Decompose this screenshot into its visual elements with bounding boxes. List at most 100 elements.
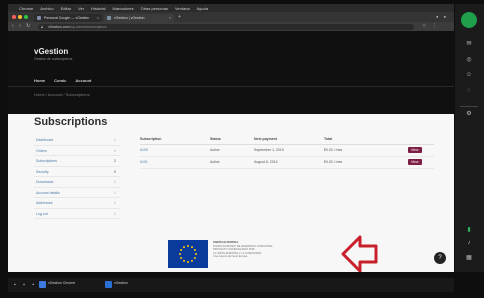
table-header-row: Subscription Status Next payment Total <box>140 135 434 145</box>
close-window-icon[interactable] <box>12 15 16 19</box>
eu-flag-logo <box>168 240 208 268</box>
eu-star <box>180 257 183 259</box>
sidebar-item-label: Log out <box>36 211 48 216</box>
site-title[interactable]: vGestion <box>34 47 68 56</box>
sidebar-item-addresses[interactable]: Addresses 0 <box>34 198 120 209</box>
os-menubar: Chrome Archivo Editar Ver Historial Marc… <box>8 4 454 12</box>
app-sidebar: ✉ ◎ ☺ ◌ ⚙ ▮ ♪ ▦ <box>455 4 484 272</box>
browser-window: Chrome Archivo Editar Ver Historial Marc… <box>8 4 454 272</box>
site-tagline: Gestion de subscriptions <box>34 57 73 61</box>
column-header: Subscription <box>140 135 210 145</box>
column-header: Total <box>324 135 408 145</box>
sidebar-item-subscriptions[interactable]: Subscriptions 2 <box>34 156 120 167</box>
eu-star <box>187 245 189 247</box>
tab-label: vGestion | vGestion <box>114 16 145 20</box>
signal-icon: ▮ <box>467 227 471 233</box>
back-icon[interactable]: ‹ <box>12 23 14 29</box>
grid-icon[interactable]: ▦ <box>464 254 474 261</box>
funding-line: Una manera de hacer Europa <box>213 255 248 259</box>
lock-icon: 🔒︎ <box>41 23 44 29</box>
subscription-total: €0.00 / mes <box>324 156 408 169</box>
eu-star <box>180 249 183 251</box>
taskbar-system-icons[interactable]: ▪ ▪ ▪ <box>14 282 37 288</box>
sidebar-item-orders[interactable]: Orders 0 <box>34 146 120 156</box>
browser-tab-google[interactable]: Personal Google — vGestion × <box>34 14 102 22</box>
bookmark-star-icon[interactable]: ☆ <box>422 23 426 29</box>
sidebar-item-label: Security <box>36 169 49 174</box>
sidebar-item-count: 0 <box>113 200 116 205</box>
sidebar-item-downloads[interactable]: Downloads 0 <box>34 177 120 188</box>
sidebar-item-count: 0 <box>113 179 116 184</box>
os-taskbar: ▪ ▪ ▪ vGestion Chrome vGestion <box>8 278 454 292</box>
red-arrow-annotation-icon <box>341 235 378 272</box>
menu-window[interactable]: Ventana <box>175 6 190 11</box>
nav-home[interactable]: Home <box>34 78 45 83</box>
minimize-window-icon[interactable] <box>18 15 22 19</box>
sidebar-item-logout[interactable]: Log out 0 <box>34 209 120 219</box>
taskbar-item-label: vGestion Chrome <box>48 281 76 285</box>
nav-account[interactable]: Account <box>75 78 91 83</box>
forward-icon[interactable]: › <box>19 23 21 29</box>
column-header: Next payment <box>254 135 324 145</box>
sidebar-item-count: 0 <box>113 137 116 142</box>
site-nav: Home Comic Account <box>34 78 91 83</box>
menu-people[interactable]: Otras personas <box>141 6 168 11</box>
maximize-window-icon[interactable] <box>24 15 28 19</box>
subscription-id[interactable]: #101 <box>140 156 210 169</box>
browser-toolbar: ‹ › ↻ 🔒︎ vGestion.com/wp-admin/subscript… <box>8 22 454 31</box>
sidebar-item-account-details[interactable]: Account details 0 <box>34 188 120 198</box>
user-icon[interactable]: ☺ <box>464 72 474 78</box>
menu-file[interactable]: Archivo <box>40 6 53 11</box>
sidebar-item-label: Dashboard <box>36 138 54 142</box>
address-bar[interactable]: 🔒︎ vGestion.com/wp-admin/subscriptions <box>38 23 414 30</box>
sidebar-item-count: 0 <box>113 168 116 174</box>
sidebar-item-count: 2 <box>113 158 116 163</box>
menu-edit[interactable]: Editar <box>61 6 71 11</box>
extension-icon[interactable]: ⋮ <box>432 23 437 29</box>
new-tab-icon[interactable]: + <box>178 14 181 20</box>
profile-icon[interactable]: ● ● <box>436 14 448 19</box>
eu-star <box>179 253 181 255</box>
messages-icon[interactable]: ✉ <box>464 40 474 47</box>
address-host: vGestion.com <box>48 24 70 29</box>
subscription-total: €0.00 / mes <box>324 144 408 157</box>
sidebar-item-label: Subscriptions <box>36 159 58 163</box>
menu-bookmarks[interactable]: Marcadores <box>113 6 134 11</box>
sidebar-item-label: Downloads <box>36 180 54 184</box>
sidebar-item-security[interactable]: Security 0 <box>34 167 120 177</box>
menu-history[interactable]: Historial <box>91 6 105 11</box>
taskbar-item[interactable]: vGestion Chrome <box>38 281 98 290</box>
sidebar-item-label: Orders <box>36 148 47 153</box>
eu-star <box>191 246 193 249</box>
menu-help[interactable]: Ayuda <box>197 6 208 11</box>
column-header <box>408 135 434 145</box>
view-button[interactable]: View <box>408 147 422 153</box>
subscription-id[interactable]: #100 <box>140 144 210 157</box>
breadcrumb[interactable]: Home / Account / Subscriptions <box>34 92 90 97</box>
sidebar-item-dashboard[interactable]: Dashboard 0 <box>34 135 120 146</box>
nav-comic[interactable]: Comic <box>54 78 66 83</box>
taskbar-item[interactable]: vGestion <box>104 281 164 290</box>
menu-view[interactable]: Ver <box>78 6 84 11</box>
bell-icon[interactable]: ♪ <box>464 240 474 246</box>
settings-icon[interactable]: ⚙ <box>464 110 474 117</box>
subscription-status: Active <box>210 156 254 169</box>
globe-icon[interactable]: ◎ <box>464 56 474 63</box>
tab-close-icon[interactable]: × <box>169 15 171 20</box>
reload-icon[interactable]: ↻ <box>26 23 30 29</box>
row-action: View <box>408 156 434 169</box>
browser-tab-vgestion[interactable]: vGestion | vGestion × <box>104 14 174 22</box>
tab-close-icon[interactable]: × <box>97 15 99 20</box>
page-title: Subscriptions <box>34 116 108 128</box>
view-button[interactable]: View <box>408 159 422 165</box>
column-header: Status <box>210 135 254 145</box>
cart-icon[interactable]: ◌ <box>464 88 474 94</box>
next-payment: August 6, 2019 <box>254 156 324 169</box>
menu-chrome[interactable]: Chrome <box>19 6 33 11</box>
table-row: #100 Active September 1, 2019 €0.00 / me… <box>140 144 434 157</box>
app-icon <box>39 281 46 288</box>
help-icon[interactable]: ? <box>434 252 446 264</box>
sidebar-item-count: 0 <box>113 189 116 195</box>
app-status-icon[interactable] <box>461 12 477 28</box>
browser-tabbar: Personal Google — vGestion × vGestion | … <box>8 12 454 22</box>
